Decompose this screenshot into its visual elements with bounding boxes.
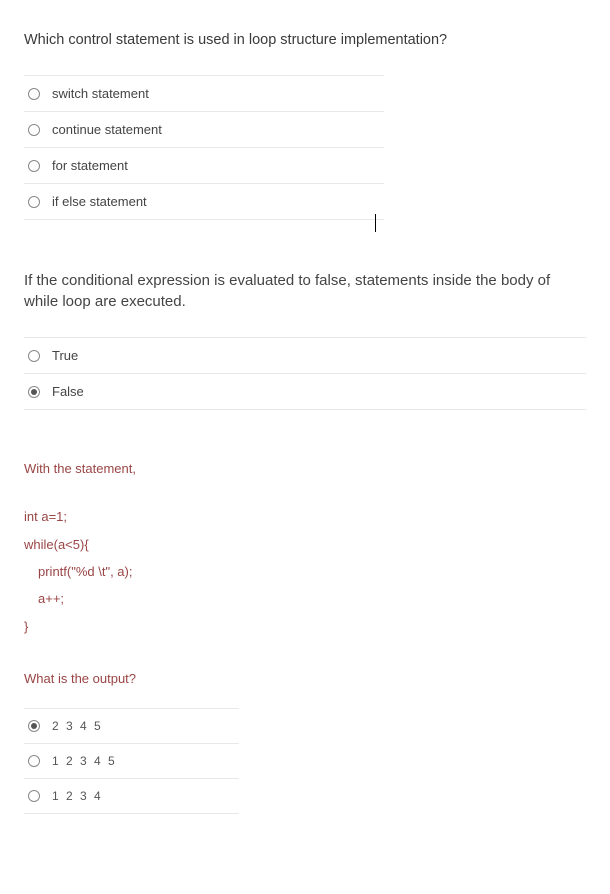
code-line: } [24,613,586,640]
code-line: int a=1; [24,503,586,530]
question-2: If the conditional expression is evaluat… [24,270,586,410]
code-line: printf("%d \t", a); [24,558,586,585]
option-item[interactable]: continue statement [24,112,384,148]
option-item[interactable]: True [24,337,586,374]
option-item[interactable]: 1 2 3 4 5 [24,744,239,779]
radio-icon [28,160,40,172]
options-list: True False [24,337,586,410]
question-intro: With the statement, [24,460,586,478]
option-item[interactable]: for statement [24,148,384,184]
option-item[interactable]: 1 2 3 4 [24,779,239,814]
code-line: while(a<5){ [24,531,586,558]
output-question: What is the output? [24,670,586,688]
code-line: a++; [24,585,586,612]
option-item[interactable]: switch statement [24,75,384,112]
radio-icon [28,386,40,398]
option-item[interactable]: False [24,374,586,410]
option-label: True [52,348,78,363]
option-label: False [52,384,84,399]
question-text: Which control statement is used in loop … [24,30,586,50]
options-list: 2 3 4 5 1 2 3 4 5 1 2 3 4 [24,708,239,814]
radio-icon [28,88,40,100]
option-label: continue statement [52,122,162,137]
radio-icon [28,350,40,362]
radio-icon [28,755,40,767]
option-label: switch statement [52,86,149,101]
option-item[interactable]: 2 3 4 5 [24,708,239,744]
code-block: int a=1; while(a<5){ printf("%d \t", a);… [24,503,586,639]
text-cursor-icon [375,214,376,232]
option-label: for statement [52,158,128,173]
options-list: switch statement continue statement for … [24,75,384,220]
option-label: 1 2 3 4 [52,789,103,803]
radio-icon [28,124,40,136]
option-item[interactable]: if else statement [24,184,384,220]
question-1: Which control statement is used in loop … [24,30,586,220]
radio-icon [28,196,40,208]
question-text: If the conditional expression is evaluat… [24,270,586,312]
radio-icon [28,720,40,732]
option-label: 1 2 3 4 5 [52,754,117,768]
radio-icon [28,790,40,802]
question-3: With the statement, int a=1; while(a<5){… [24,460,586,814]
option-label: if else statement [52,194,147,209]
option-label: 2 3 4 5 [52,719,103,733]
